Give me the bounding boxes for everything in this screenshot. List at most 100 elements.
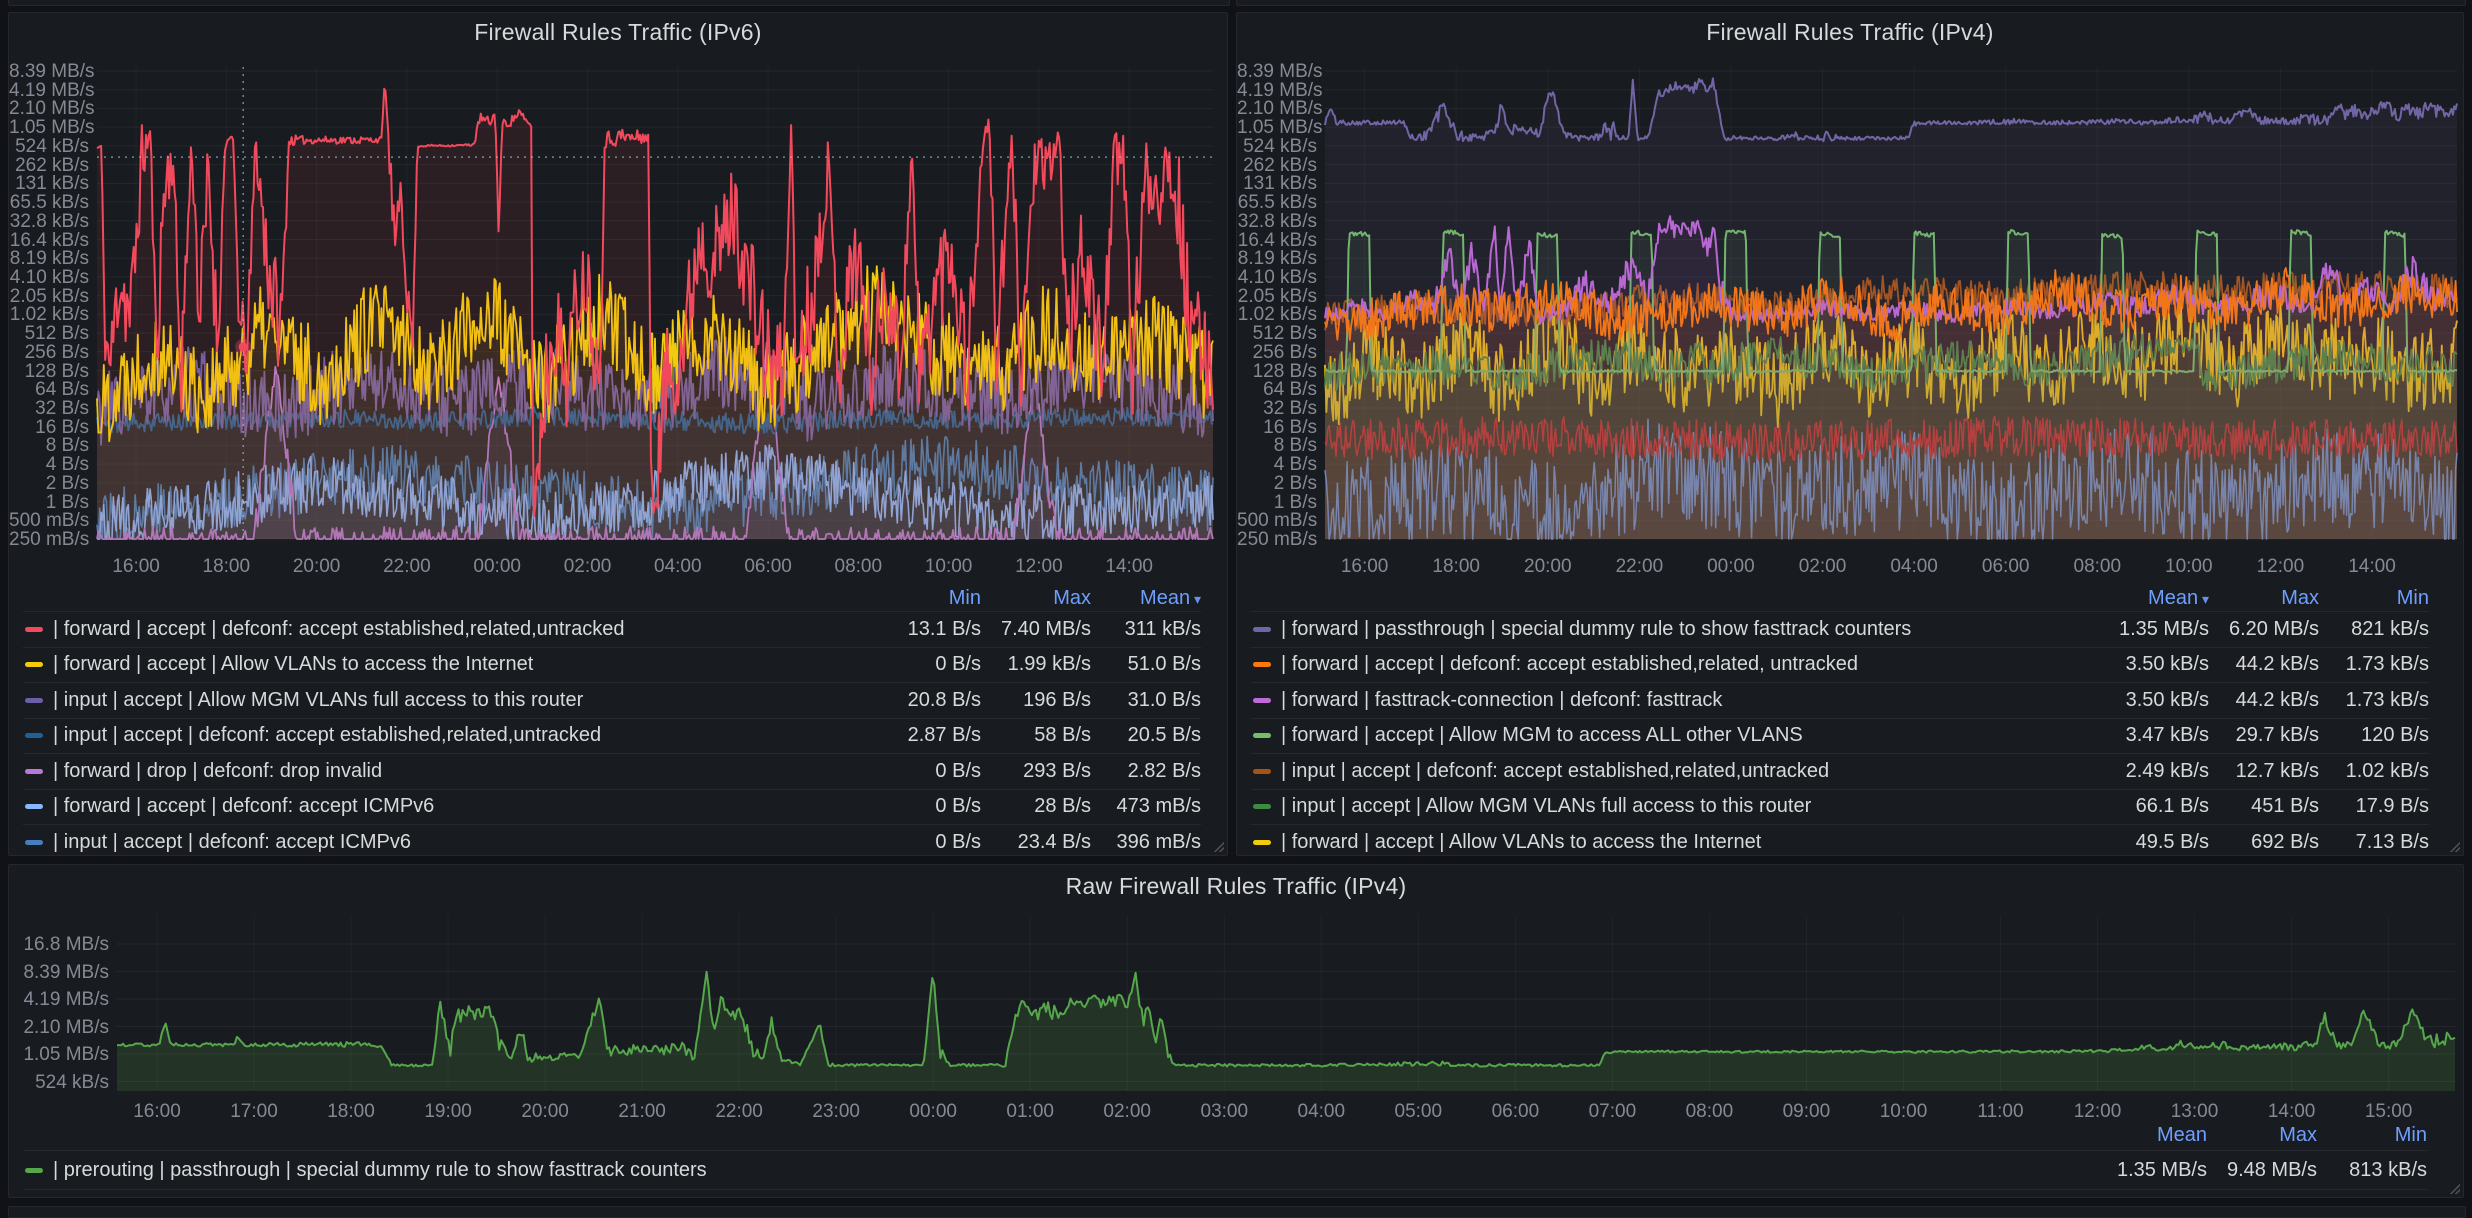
x-axis-tick-label: 06:00 <box>723 557 813 576</box>
y-axis-tick-label: 4 B/s <box>1237 455 1317 474</box>
y-axis-tick-label: 16 B/s <box>9 418 89 437</box>
x-axis-tick-label: 08:00 <box>813 557 903 576</box>
legend-value-mean: 396 mB/s <box>1091 831 1201 854</box>
series-color-swatch[interactable] <box>1253 662 1271 667</box>
y-axis-tick-label: 1 B/s <box>9 493 89 512</box>
legend-series-label[interactable]: | forward | accept | Allow MGM to access… <box>1281 724 2099 747</box>
y-axis-tick-label: 500 mB/s <box>9 511 89 530</box>
series-color-swatch[interactable] <box>1253 627 1271 632</box>
legend-value-min: 821 kB/s <box>2319 618 2429 641</box>
legend-series-label[interactable]: | prerouting | passthrough | special dum… <box>53 1159 2097 1182</box>
series-color-swatch[interactable] <box>25 662 43 667</box>
legend-value-mean: 1.35 MB/s <box>2099 618 2209 641</box>
series-color-swatch[interactable] <box>25 804 43 809</box>
previous-row-panel-edge-left <box>8 0 1230 6</box>
y-axis-tick-label: 1.05 MB/s <box>9 1045 109 1064</box>
series-color-swatch[interactable] <box>25 698 43 703</box>
x-axis-tick-label: 20:00 <box>500 1102 590 1121</box>
y-axis-tick-label: 2.05 kB/s <box>9 287 89 306</box>
series-color-swatch[interactable] <box>1253 698 1271 703</box>
legend-series-label[interactable]: | forward | accept | defconf: accept est… <box>53 618 871 641</box>
legend-column-header-min[interactable]: Min <box>2317 1124 2427 1147</box>
legend-value-min: 2.87 B/s <box>871 724 981 747</box>
legend-series-label[interactable]: | forward | accept | defconf: accept ICM… <box>53 795 871 818</box>
series-color-swatch[interactable] <box>1253 804 1271 809</box>
x-axis-tick-label: 00:00 <box>452 557 542 576</box>
legend-row: | forward | passthrough | special dummy … <box>1251 611 2429 647</box>
legend-row: | input | accept | defconf: accept ICMPv… <box>23 824 1201 855</box>
legend-value-max: 44.2 kB/s <box>2209 653 2319 676</box>
series-area-forward passthrough fasttrack counters <box>1325 78 2457 539</box>
legend-table: MinMaxMean ▾ | forward | accept | defconf… <box>23 585 1201 855</box>
series-color-swatch[interactable] <box>25 1168 43 1173</box>
y-axis-tick-label: 131 kB/s <box>9 174 89 193</box>
series-area-prerouting passthrough fasttrack counters <box>117 972 2455 1091</box>
series-color-swatch[interactable] <box>1253 769 1271 774</box>
y-axis-tick-label: 8.19 kB/s <box>9 249 89 268</box>
hover-point <box>239 342 248 351</box>
x-axis-tick-label: 00:00 <box>1686 557 1776 576</box>
x-axis-tick-label: 20:00 <box>272 557 362 576</box>
legend-row: | forward | accept | Allow VLANs to acce… <box>1251 824 2429 855</box>
legend-row: | input | accept | Allow MGM VLANs full … <box>23 682 1201 718</box>
legend-series-label[interactable]: | forward | drop | defconf: drop invalid <box>53 760 871 783</box>
x-axis-tick-label: 02:00 <box>543 557 633 576</box>
legend-series-label[interactable]: | forward | accept | Allow VLANs to acce… <box>53 653 871 676</box>
legend-header-row: MinMaxMean ▾ <box>23 585 1201 611</box>
legend-column-header-max[interactable]: Max <box>2209 587 2319 610</box>
legend-column-header-max[interactable]: Max <box>2207 1124 2317 1147</box>
series-color-swatch[interactable] <box>1253 840 1271 845</box>
y-axis-tick-label: 8.39 MB/s <box>9 62 89 81</box>
legend-column-header-min[interactable]: Min <box>871 587 981 610</box>
legend-column-header-mean[interactable]: Mean <box>2097 1124 2207 1147</box>
y-axis-tick-label: 16.8 MB/s <box>9 935 109 954</box>
series-color-swatch[interactable] <box>25 733 43 738</box>
x-axis-tick-label: 14:00 <box>2247 1102 2337 1121</box>
legend-series-label[interactable]: | forward | passthrough | special dummy … <box>1281 618 2099 641</box>
series-color-swatch[interactable] <box>1253 733 1271 738</box>
y-axis-tick-label: 500 mB/s <box>1237 511 1317 530</box>
legend-value-mean: 311 kB/s <box>1091 618 1201 641</box>
legend-series-label[interactable]: | forward | accept | Allow VLANs to acce… <box>1281 831 2099 854</box>
y-axis-tick-label: 128 B/s <box>9 362 89 381</box>
x-axis-tick-label: 22:00 <box>694 1102 784 1121</box>
y-axis-tick-label: 8 B/s <box>9 436 89 455</box>
legend-series-label[interactable]: | forward | accept | defconf: accept est… <box>1281 653 2099 676</box>
y-axis-tick-label: 8.39 MB/s <box>9 963 109 982</box>
legend-value-mean: 3.47 kB/s <box>2099 724 2209 747</box>
x-axis-tick-label: 11:00 <box>1956 1102 2046 1121</box>
legend-value-mean: 3.50 kB/s <box>2099 689 2209 712</box>
y-axis-tick-label: 65.5 kB/s <box>1237 193 1317 212</box>
y-axis-tick-label: 524 kB/s <box>1237 137 1317 156</box>
legend-row: | forward | accept | defconf: accept ICM… <box>23 789 1201 825</box>
series-color-swatch[interactable] <box>25 840 43 845</box>
legend-series-label[interactable]: | forward | fasttrack-connection | defco… <box>1281 689 2099 712</box>
legend-series-label[interactable]: | input | accept | defconf: accept ICMPv… <box>53 831 871 854</box>
x-axis-tick-label: 12:00 <box>994 557 1084 576</box>
legend-value-max: 9.48 MB/s <box>2207 1159 2317 1182</box>
legend-column-header-min[interactable]: Min <box>2319 587 2429 610</box>
legend-column-header-mean[interactable]: Mean ▾ <box>1091 587 1201 610</box>
legend-series-label[interactable]: | input | accept | Allow MGM VLANs full … <box>1281 795 2099 818</box>
legend-value-min: 120 B/s <box>2319 724 2429 747</box>
legend-row: | input | accept | Allow MGM VLANs full … <box>1251 789 2429 825</box>
x-axis-tick-label: 12:00 <box>2235 557 2325 576</box>
x-axis-tick-label: 16:00 <box>112 1102 202 1121</box>
series-color-swatch[interactable] <box>25 769 43 774</box>
legend-series-label[interactable]: | input | accept | defconf: accept estab… <box>53 724 871 747</box>
y-axis-tick-label: 4 B/s <box>9 455 89 474</box>
legend-value-min: 0 B/s <box>871 795 981 818</box>
legend-column-header-mean[interactable]: Mean ▾ <box>2099 587 2209 610</box>
legend-series-label[interactable]: | input | accept | Allow MGM VLANs full … <box>53 689 871 712</box>
legend-value-max: 44.2 kB/s <box>2209 689 2319 712</box>
legend-value-min: 813 kB/s <box>2317 1159 2427 1182</box>
series-color-swatch[interactable] <box>25 627 43 632</box>
legend-column-header-max[interactable]: Max <box>981 587 1091 610</box>
y-axis-tick-label: 8.19 kB/s <box>1237 249 1317 268</box>
x-axis-tick-label: 14:00 <box>1084 557 1174 576</box>
y-axis-tick-label: 32.8 kB/s <box>1237 212 1317 231</box>
legend-row: | forward | accept | defconf: accept est… <box>23 611 1201 647</box>
legend-value-max: 58 B/s <box>981 724 1091 747</box>
legend-value-max: 7.40 MB/s <box>981 618 1091 641</box>
legend-series-label[interactable]: | input | accept | defconf: accept estab… <box>1281 760 2099 783</box>
